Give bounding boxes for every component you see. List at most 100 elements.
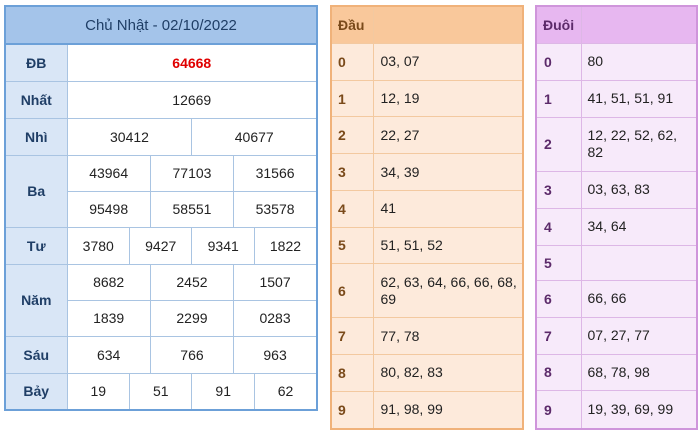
label-ba: Ba [4, 154, 68, 228]
row-values: 07, 27, 77 [580, 316, 698, 355]
fourth-prize: 1822 [253, 226, 318, 265]
row-values: 80 [580, 43, 698, 81]
first-prize: 12669 [66, 80, 318, 119]
seventh-prize: 91 [191, 372, 255, 411]
table-row: 5 51, 51, 52 [330, 226, 524, 265]
table-row: 1 41, 51, 51, 91 [535, 79, 698, 118]
row-values: 62, 63, 64, 66, 66, 68, 69 [372, 263, 524, 319]
row-values: 80, 82, 83 [372, 354, 524, 392]
row-values: 03, 07 [372, 43, 524, 81]
seventh-prize: 19 [66, 372, 130, 411]
fifth-prize: 1507 [233, 263, 318, 301]
row-values: 19, 39, 69, 99 [580, 390, 698, 430]
label-nhat: Nhất [4, 80, 68, 119]
seventh-prize: 51 [128, 372, 193, 411]
third-prize: 31566 [233, 154, 318, 192]
row-digit: 9 [535, 390, 582, 430]
table-row: 2 12, 22, 52, 62, 82 [535, 116, 698, 172]
row-values: 03, 63, 83 [580, 170, 698, 209]
row-digit: 9 [330, 390, 374, 430]
third-prize: 53578 [233, 190, 318, 228]
row-digit: 0 [330, 43, 374, 81]
table-row: 6 66, 66 [535, 279, 698, 318]
row-digit: 1 [535, 79, 582, 118]
table-row: 5 [535, 244, 698, 281]
table-row: 3 03, 63, 83 [535, 170, 698, 209]
row-values: 68, 78, 98 [580, 353, 698, 392]
seventh-prize: 62 [253, 372, 318, 411]
row-digit: 7 [330, 317, 374, 356]
row-values: 34, 64 [580, 207, 698, 246]
tail-digit-table: Đuôi 0 80 1 41, 51, 51, 91 2 12, 22, 52, 62… [535, 5, 698, 430]
row-values: 77, 78 [372, 317, 524, 356]
results-date-title: Chủ Nhật - 02/10/2022 [4, 5, 318, 45]
label-db: ĐB [4, 43, 68, 82]
second-prize: 40677 [191, 117, 318, 156]
row-digit: 4 [330, 189, 374, 228]
table-row: 2 22, 27 [330, 116, 524, 155]
row-digit: 0 [535, 43, 582, 81]
fifth-prize: 8682 [66, 263, 151, 301]
row-values: 22, 27 [372, 116, 524, 155]
third-prize: 77103 [149, 154, 235, 192]
head-digit-header: Đầu [330, 5, 374, 44]
table-row: 7 07, 27, 77 [535, 316, 698, 355]
tail-digit-header-blank [580, 5, 698, 44]
table-row: 0 80 [535, 43, 698, 81]
row-digit: 4 [535, 207, 582, 246]
row-digit: 2 [330, 116, 374, 155]
row-values: 12, 19 [372, 79, 524, 118]
fourth-prize: 9341 [191, 226, 255, 265]
fourth-prize: 9427 [128, 226, 193, 265]
table-row: 4 41 [330, 189, 524, 228]
fifth-prize: 2299 [149, 299, 235, 337]
fifth-prize: 0283 [233, 299, 318, 337]
row-values: 34, 39 [372, 153, 524, 191]
row-digit: 3 [330, 153, 374, 191]
table-row: 1 12, 19 [330, 79, 524, 118]
tail-digit-header: Đuôi [535, 5, 582, 44]
third-prize: 95498 [66, 190, 151, 228]
table-row: 8 68, 78, 98 [535, 353, 698, 392]
row-digit: 8 [330, 354, 374, 392]
table-row: 9 19, 39, 69, 99 [535, 390, 698, 430]
row-digit: 2 [535, 116, 582, 172]
row-digit: 1 [330, 79, 374, 118]
row-digit: 3 [535, 170, 582, 209]
table-row: 6 62, 63, 64, 66, 66, 68, 69 [330, 263, 524, 319]
row-digit: 6 [535, 279, 582, 318]
special-prize: 64668 [66, 43, 318, 82]
label-nhi: Nhì [4, 117, 68, 156]
row-values: 12, 22, 52, 62, 82 [580, 116, 698, 172]
row-digit: 5 [330, 226, 374, 265]
fourth-prize: 3780 [66, 226, 130, 265]
table-row: 8 80, 82, 83 [330, 354, 524, 392]
head-digit-header-blank [372, 5, 524, 44]
label-sau: Sáu [4, 335, 68, 374]
table-row: 9 91, 98, 99 [330, 390, 524, 430]
row-values [580, 244, 698, 281]
label-bay: Bảy [4, 372, 68, 411]
head-digit-table: Đầu 0 03, 07 1 12, 19 2 22, 27 3 34, 39 4 41 … [330, 5, 524, 430]
row-digit: 8 [535, 353, 582, 392]
row-values: 51, 51, 52 [372, 226, 524, 265]
third-prize: 58551 [149, 190, 235, 228]
sixth-prize: 766 [149, 335, 235, 374]
row-values: 41 [372, 189, 524, 228]
label-tu: Tư [4, 226, 68, 265]
row-digit: 5 [535, 244, 582, 281]
results-table: Chủ Nhật - 02/10/2022 ĐB 64668 Nhất 1266… [4, 5, 318, 411]
table-row: 4 34, 64 [535, 207, 698, 246]
fifth-prize: 1839 [66, 299, 151, 337]
row-digit: 6 [330, 263, 374, 319]
third-prize: 43964 [66, 154, 151, 192]
table-row: 3 34, 39 [330, 153, 524, 191]
table-row: 7 77, 78 [330, 317, 524, 356]
row-digit: 7 [535, 316, 582, 355]
row-values: 41, 51, 51, 91 [580, 79, 698, 118]
second-prize: 30412 [66, 117, 193, 156]
table-row: 0 03, 07 [330, 43, 524, 81]
row-values: 66, 66 [580, 279, 698, 318]
row-values: 91, 98, 99 [372, 390, 524, 430]
sixth-prize: 634 [66, 335, 151, 374]
